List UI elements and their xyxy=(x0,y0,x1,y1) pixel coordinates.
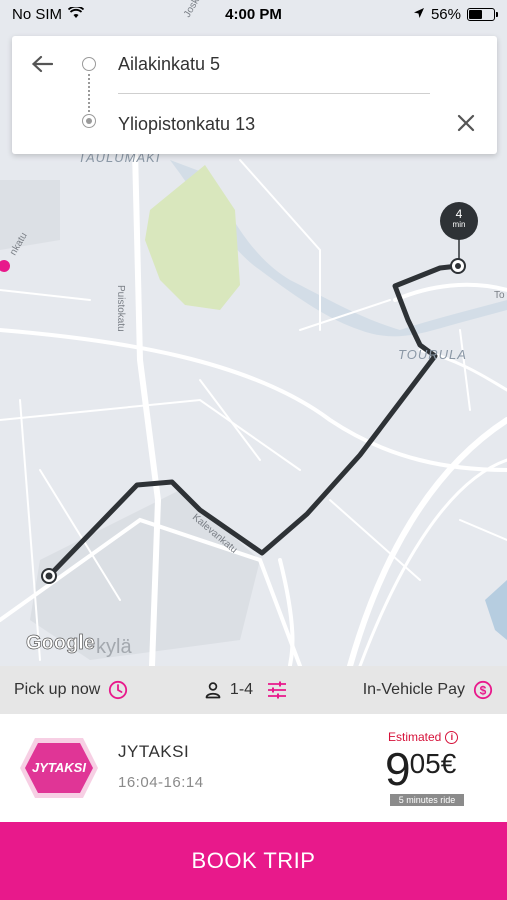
pickup-label: Pick up now xyxy=(14,681,101,698)
ride-offer[interactable]: JYTAKSI JYTAKSI 16:04-16:14 Estimated i … xyxy=(0,714,507,822)
origin-stop-icon xyxy=(82,57,96,71)
route-connector xyxy=(88,74,90,112)
carrier-label: No SIM xyxy=(12,5,63,23)
destination-stop-icon xyxy=(82,114,96,128)
street-label-partial-right: To xyxy=(494,290,505,301)
district-label-tourula: TOURULA xyxy=(398,347,467,362)
pickup-time-option[interactable]: Pick up now xyxy=(14,680,128,700)
battery-fill xyxy=(469,9,483,19)
passengers-option[interactable]: 1-4 xyxy=(204,681,287,699)
status-right: 56% xyxy=(413,5,498,23)
pickup-window: 16:04-16:14 xyxy=(118,774,204,791)
payment-option[interactable]: In-Vehicle Pay $ xyxy=(363,680,493,700)
battery-icon xyxy=(467,7,498,21)
destination-marker-dot xyxy=(455,263,461,269)
battery-percent: 56% xyxy=(430,5,461,23)
options-bar: Pick up now 1-4 In-Vehicle Pay $ xyxy=(0,666,507,714)
lake-area xyxy=(485,580,507,640)
park-area xyxy=(145,165,240,310)
origin-marker-dot xyxy=(45,572,53,580)
clear-icon xyxy=(457,108,475,139)
provider-logo: JYTAKSI xyxy=(19,736,99,800)
location-arrow-icon xyxy=(413,6,425,23)
person-icon xyxy=(204,681,222,699)
street-label-puistokatu: Puistokatu xyxy=(115,285,126,332)
filter-sliders-icon[interactable] xyxy=(267,681,287,699)
eta-value: 4 xyxy=(455,207,463,221)
passengers-label: 1-4 xyxy=(229,681,254,698)
eta-unit: min xyxy=(452,220,466,229)
google-attribution[interactable]: Google xyxy=(26,632,96,655)
route-divider xyxy=(118,93,430,94)
origin-field[interactable]: Ailakinkatu 5 xyxy=(118,54,220,75)
payment-label: In-Vehicle Pay xyxy=(362,681,465,698)
status-left: No SIM xyxy=(12,5,85,23)
destination-field[interactable]: Yliopistonkatu 13 xyxy=(118,114,255,135)
city-block xyxy=(0,180,60,250)
ride-duration-badge: 5 minutes ride xyxy=(390,794,464,806)
route-card: Ailakinkatu 5 Yliopistonkatu 13 xyxy=(12,36,497,154)
back-arrow-icon xyxy=(31,51,54,77)
price-integer: 9 xyxy=(385,743,411,795)
price: 905€ xyxy=(385,742,456,796)
wifi-icon xyxy=(67,5,85,23)
svg-text:$: $ xyxy=(480,684,487,698)
status-bar: No SIM 4:00 PM 56% xyxy=(0,0,507,28)
back-button[interactable] xyxy=(28,50,56,78)
clock-icon xyxy=(108,680,128,700)
price-decimal: 05€ xyxy=(409,748,457,779)
provider-logo-text: JYTAKSI xyxy=(32,760,86,775)
dollar-circle-icon: $ xyxy=(473,680,493,700)
poi-marker[interactable] xyxy=(0,260,10,272)
city-label: kylä xyxy=(96,636,132,658)
eta-badge: 4 min xyxy=(440,202,478,240)
book-trip-button[interactable]: BOOK TRIP xyxy=(0,822,507,900)
clear-destination-button[interactable] xyxy=(453,110,479,136)
provider-name: JYTAKSI xyxy=(118,742,190,761)
